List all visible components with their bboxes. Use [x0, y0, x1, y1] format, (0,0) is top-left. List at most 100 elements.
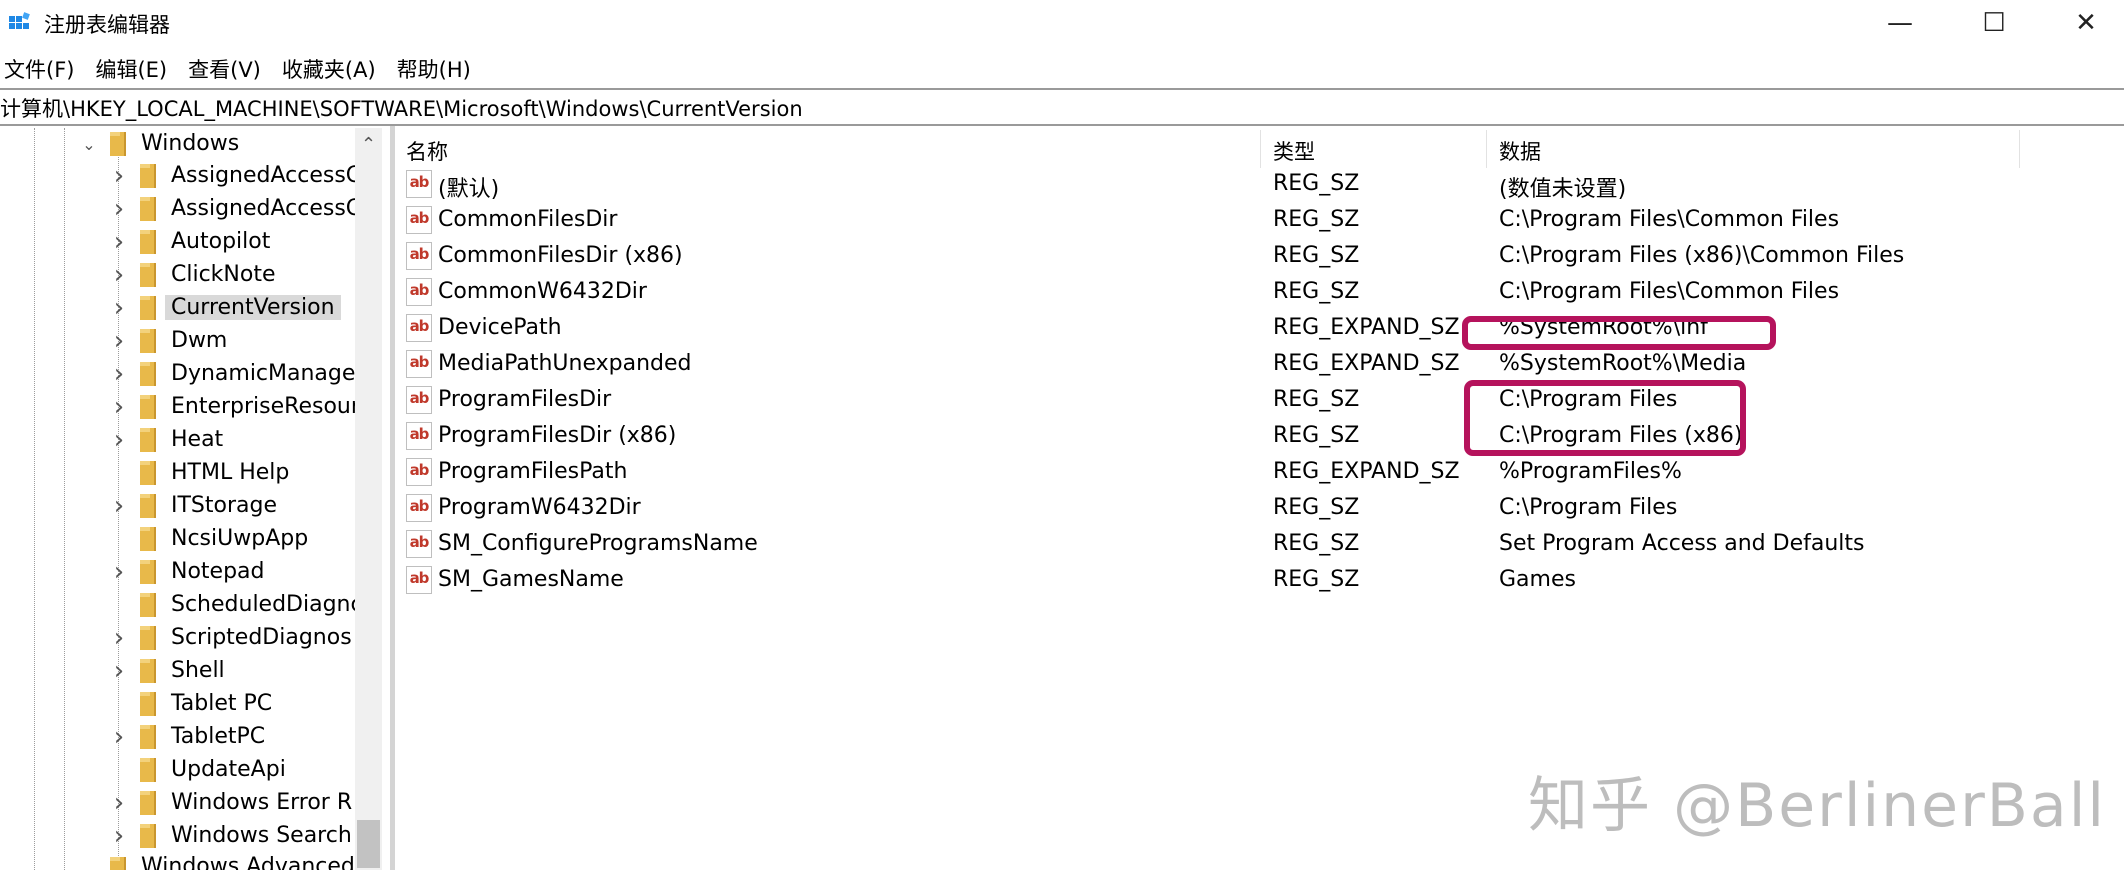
chevron-right-icon[interactable]: › [110, 293, 128, 323]
value-data: C:\Program Files\Common Files [1499, 207, 1840, 232]
menu-edit[interactable]: 编辑(E) [89, 50, 178, 88]
registry-editor-icon [9, 12, 30, 29]
value-name: ProgramFilesDir (x86) [438, 423, 677, 448]
tree-item-windows[interactable]: ⌄ Windows [0, 128, 388, 160]
value-name: CommonW6432Dir [438, 279, 647, 304]
chevron-down-icon[interactable]: ⌄ [80, 134, 98, 154]
tree-item[interactable]: NcsiUwpApp [0, 523, 388, 555]
chevron-right-icon[interactable]: › [110, 722, 128, 752]
chevron-right-icon[interactable]: › [110, 557, 128, 587]
menu-help[interactable]: 帮助(H) [391, 50, 482, 88]
column-separator[interactable] [1260, 130, 1261, 168]
value-row[interactable]: ab CommonFilesDir (x86) REG_SZ C:\Program F… [396, 240, 2096, 276]
tree-item[interactable]: › ScriptedDiagnos [0, 622, 388, 654]
tree-item[interactable]: › EnterpriseResour [0, 391, 388, 423]
tree-item[interactable]: ScheduledDiagnc [0, 589, 388, 621]
chevron-right-icon[interactable]: › [110, 227, 128, 257]
tree-item[interactable]: HTML Help [0, 457, 388, 489]
tree-item-label: AssignedAccessC [171, 196, 362, 221]
tree-item[interactable]: › Shell [0, 655, 388, 687]
value-row[interactable]: ab ProgramFilesPath REG_EXPAND_SZ %ProgramF… [396, 456, 2096, 492]
tree-scrollbar[interactable]: ⌃ [355, 128, 382, 870]
scroll-thumb[interactable] [357, 820, 380, 868]
value-row[interactable]: ab SM_ConfigureProgramsName REG_SZ Set Prog… [396, 528, 2096, 564]
menu-file[interactable]: 文件(F) [0, 50, 85, 88]
scroll-up-icon[interactable]: ⌃ [355, 134, 382, 155]
tree-item-label: CurrentVersion [165, 295, 341, 320]
tree-item[interactable]: › Windows Error R [0, 787, 388, 819]
value-type: REG_SZ [1273, 279, 1360, 304]
pane-splitter[interactable] [390, 126, 395, 870]
column-separator[interactable] [1486, 130, 1487, 168]
tree-item[interactable]: › Notepad [0, 556, 388, 588]
value-type: REG_SZ [1273, 531, 1360, 556]
tree-item[interactable]: › CurrentVersion [0, 292, 388, 324]
tree-item[interactable]: Tablet PC [0, 688, 388, 720]
column-header-name[interactable]: 名称 [406, 136, 448, 166]
chevron-right-icon[interactable]: › [110, 656, 128, 686]
chevron-right-icon[interactable]: › [110, 326, 128, 356]
value-row[interactable]: ab MediaPathUnexpanded REG_EXPAND_SZ %Syste… [396, 348, 2096, 384]
string-value-icon: ab [406, 206, 432, 234]
tree-item-label: Dwm [171, 328, 228, 353]
chevron-right-icon[interactable]: › [110, 161, 128, 191]
string-value-icon: ab [406, 494, 432, 522]
chevron-right-icon[interactable]: › [110, 788, 128, 818]
value-row[interactable]: ab CommonW6432Dir REG_SZ C:\Program Files\C… [396, 276, 2096, 312]
menu-favorites[interactable]: 收藏夹(A) [276, 50, 387, 88]
tree-item-label: Heat [171, 427, 224, 452]
chevron-right-icon[interactable]: › [110, 194, 128, 224]
string-value-icon: ab [406, 242, 432, 270]
value-row[interactable]: ab SM_GamesName REG_SZ Games [396, 564, 2096, 600]
folder-icon [140, 593, 156, 617]
string-value-icon: ab [406, 530, 432, 558]
chevron-right-icon[interactable]: › [110, 623, 128, 653]
minimize-button[interactable]: — [1870, 4, 1930, 42]
close-button[interactable]: ✕ [2056, 4, 2116, 42]
chevron-right-icon[interactable]: › [110, 821, 128, 851]
value-row[interactable]: ab ProgramFilesDir (x86) REG_SZ C:\Program … [396, 420, 2096, 456]
value-row[interactable]: ab CommonFilesDir REG_SZ C:\Program Files\C… [396, 204, 2096, 240]
chevron-right-icon[interactable]: › [110, 359, 128, 389]
tree-item[interactable]: › Heat [0, 424, 388, 456]
value-type: REG_SZ [1273, 387, 1360, 412]
folder-icon [140, 527, 156, 551]
column-header-type[interactable]: 类型 [1273, 136, 1315, 166]
tree-item[interactable]: › TabletPC [0, 721, 388, 753]
column-header-data[interactable]: 数据 [1499, 136, 1541, 166]
string-value-icon: ab [406, 422, 432, 450]
chevron-right-icon[interactable]: › [110, 260, 128, 290]
key-tree[interactable]: ⌄ Windows › AssignedAccessC › AssignedAcces… [0, 128, 388, 870]
column-separator[interactable] [2019, 130, 2020, 168]
tree-item-partial[interactable]: Windows Advanced [0, 853, 388, 870]
menu-view[interactable]: 查看(V) [182, 50, 272, 88]
tree-item[interactable]: › Dwm [0, 325, 388, 357]
chevron-right-icon[interactable]: › [110, 425, 128, 455]
chevron-right-icon[interactable]: › [110, 491, 128, 521]
maximize-button[interactable]: ☐ [1964, 4, 2024, 42]
tree-item[interactable]: › ClickNote [0, 259, 388, 291]
folder-icon [140, 428, 156, 452]
address-bar[interactable]: 计算机\HKEY_LOCAL_MACHINE\SOFTWARE\Microsof… [0, 93, 803, 123]
tree-item[interactable]: › AssignedAccessC [0, 193, 388, 225]
tree-item[interactable]: › AssignedAccessC [0, 160, 388, 192]
chevron-right-icon[interactable]: › [110, 392, 128, 422]
tree-item[interactable]: › Windows Search [0, 820, 388, 852]
folder-icon [110, 857, 126, 870]
value-name: ProgramFilesPath [438, 459, 628, 484]
tree-item[interactable]: › ITStorage [0, 490, 388, 522]
tree-item-label: ScriptedDiagnos [171, 625, 352, 650]
tree-item[interactable]: UpdateApi [0, 754, 388, 786]
value-row[interactable]: ab ProgramFilesDir REG_SZ C:\Program Files [396, 384, 2096, 420]
tree-item[interactable]: › DynamicManage [0, 358, 388, 390]
value-row[interactable]: ab ProgramW6432Dir REG_SZ C:\Program Files [396, 492, 2096, 528]
tree-item[interactable]: › Autopilot [0, 226, 388, 258]
value-name: SM_GamesName [438, 567, 624, 592]
watermark: 知乎 @BerlinerBall [1528, 771, 2107, 841]
value-data: %SystemRoot%\Media [1499, 351, 1747, 376]
tree-item-label: Notepad [171, 559, 265, 584]
tree-item-label: ScheduledDiagnc [171, 592, 363, 617]
tree-item-label: ITStorage [171, 493, 278, 518]
value-row[interactable]: ab DevicePath REG_EXPAND_SZ %SystemRoot%\in… [396, 312, 2096, 348]
value-row[interactable]: ab (默认) REG_SZ (数值未设置) [396, 168, 2096, 204]
